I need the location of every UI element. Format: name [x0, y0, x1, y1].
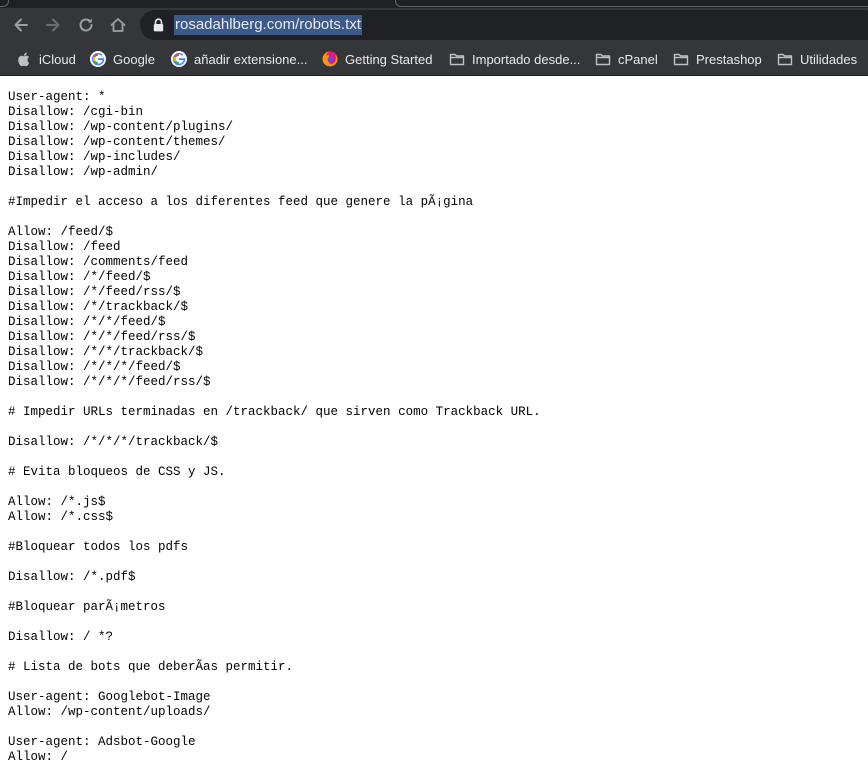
folder-icon — [777, 51, 793, 67]
bookmark-label: Utilidades — [800, 51, 858, 67]
home-button[interactable] — [105, 12, 131, 38]
arrow-right-icon — [46, 18, 60, 32]
google-icon — [90, 51, 106, 67]
bookmark-folder-importado[interactable]: Importado desde... — [449, 42, 580, 76]
page-content: User-agent: * Disallow: /cgi-bin Disallo… — [0, 76, 868, 782]
address-bar[interactable]: rosadahlberg.com/robots.txt — [140, 10, 868, 40]
back-button[interactable] — [8, 12, 34, 38]
bookmarks-bar: iCloud Google añadir extensione... Getti… — [0, 42, 868, 76]
bookmark-label: Prestashop — [696, 51, 762, 67]
forward-button[interactable] — [40, 12, 66, 38]
bookmark-folder-prestashop[interactable]: Prestashop — [673, 42, 762, 76]
lock-icon[interactable] — [153, 18, 164, 37]
url-text[interactable]: rosadahlberg.com/robots.txt — [174, 15, 362, 35]
toolbar: rosadahlberg.com/robots.txt — [0, 8, 868, 42]
browser-chrome: rosadahlberg.com/robots.txt iCloud Googl… — [0, 0, 868, 76]
bookmark-folder-utilidades[interactable]: Utilidades — [777, 42, 857, 76]
home-icon — [110, 18, 126, 32]
folder-icon — [673, 51, 689, 67]
bookmark-icloud[interactable]: iCloud — [16, 42, 76, 76]
bookmark-label: añadir extensione... — [194, 51, 308, 67]
bookmark-getting-started[interactable]: Getting Started — [322, 42, 432, 76]
arrow-left-icon — [14, 18, 28, 32]
folder-icon — [595, 51, 611, 67]
bookmark-label: Getting Started — [345, 51, 433, 67]
bookmark-label: iCloud — [39, 51, 76, 67]
bookmark-google[interactable]: Google — [90, 42, 155, 76]
bookmark-label: Google — [113, 51, 155, 67]
tab-edge-right — [395, 0, 868, 7]
tab-edge-left — [0, 0, 9, 7]
bookmark-anadir-extensiones[interactable]: añadir extensione... — [171, 42, 307, 76]
google-icon — [171, 51, 187, 67]
tab-strip — [0, 0, 868, 8]
robots-txt-text: User-agent: * Disallow: /cgi-bin Disallo… — [8, 90, 541, 764]
bookmark-label: cPanel — [618, 51, 658, 67]
reload-button[interactable] — [73, 12, 99, 38]
apple-icon — [16, 51, 32, 67]
bookmark-folder-cpanel[interactable]: cPanel — [595, 42, 658, 76]
folder-icon — [449, 51, 465, 67]
bookmark-label: Importado desde... — [472, 51, 581, 67]
firefox-icon — [322, 51, 338, 67]
reload-icon — [79, 18, 93, 32]
